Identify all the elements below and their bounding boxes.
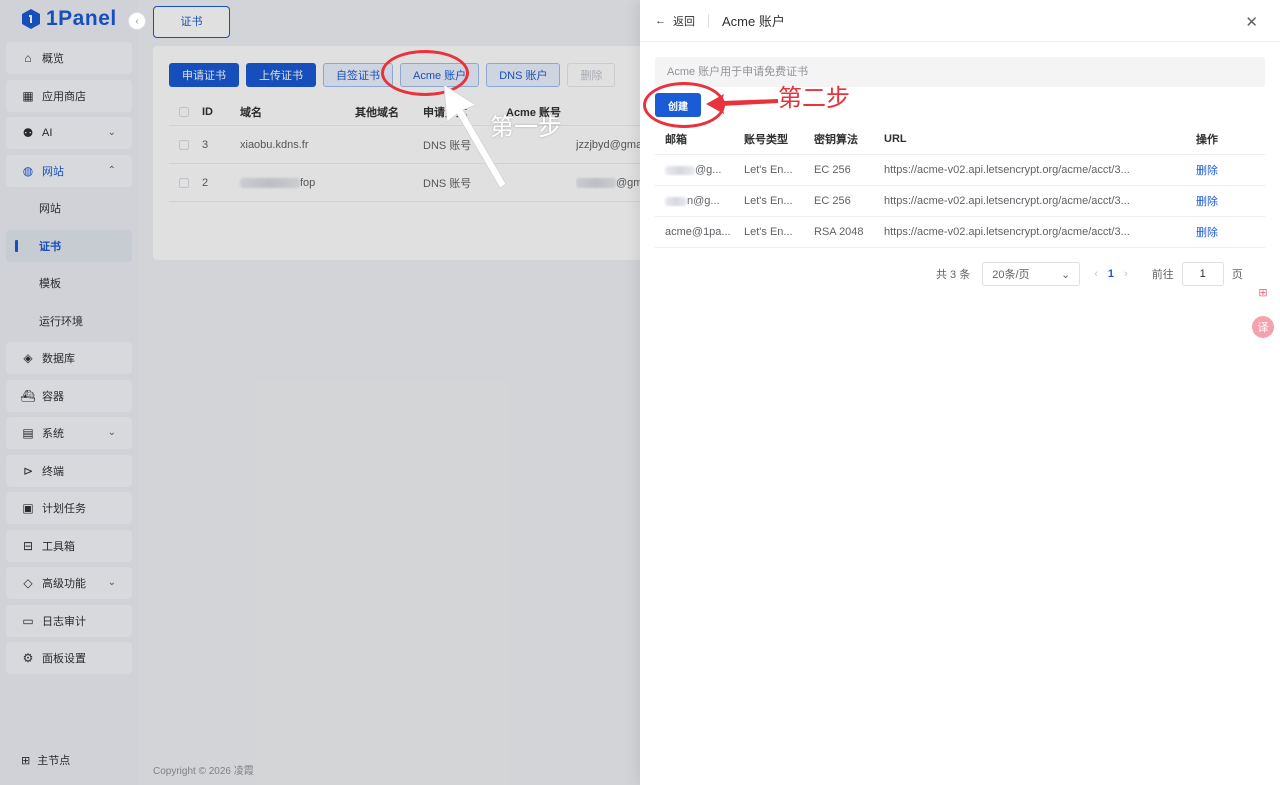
- page-number-current[interactable]: 1: [1108, 268, 1114, 280]
- cell-key-algorithm: EC 256: [814, 164, 851, 176]
- cell-email: n@g...: [655, 195, 744, 207]
- acme-account-table: 邮箱 账号类型 密钥算法 URL 操作 @g... Let's En... EC…: [655, 124, 1265, 248]
- cell-account-type: Let's En...: [744, 226, 793, 238]
- drawer-notice: Acme 账户用于申请免费证书: [655, 57, 1265, 87]
- cell-url: https://acme-v02.api.letsencrypt.org/acm…: [884, 226, 1130, 238]
- column-header[interactable]: URL: [884, 133, 1186, 145]
- delete-link[interactable]: 删除: [1186, 162, 1246, 178]
- cell-key-algorithm: RSA 2048: [814, 226, 864, 238]
- redacted-text: [665, 196, 687, 206]
- header-divider: [708, 13, 709, 28]
- pagination: 共 3 条 20条/页 ⌄ ‹ 1 › 前往 1 页: [936, 262, 1243, 286]
- column-header[interactable]: 账号类型: [744, 131, 814, 147]
- delete-link[interactable]: 删除: [1186, 193, 1246, 209]
- delete-link[interactable]: 删除: [1186, 224, 1246, 240]
- table-row[interactable]: acme@1pa... Let's En... RSA 2048 https:/…: [655, 217, 1265, 248]
- column-header: 操作: [1196, 134, 1218, 146]
- cell-account-type: Let's En...: [744, 195, 793, 207]
- goto-label: 前往: [1151, 269, 1174, 281]
- table-header: 邮箱 账号类型 密钥算法 URL 操作: [655, 124, 1265, 155]
- pagination-total: 共 3 条: [936, 269, 971, 281]
- cell-url: https://acme-v02.api.letsencrypt.org/acm…: [884, 164, 1130, 176]
- goto-page-input[interactable]: 1: [1181, 262, 1224, 286]
- translate-icon[interactable]: 译: [1252, 316, 1274, 338]
- collapse-sidebar-button[interactable]: ‹: [128, 12, 146, 30]
- table-row[interactable]: n@g... Let's En... EC 256 https://acme-v…: [655, 186, 1265, 217]
- drawer-title: Acme 账户: [722, 14, 785, 29]
- cell-email-suffix: @g...: [695, 164, 722, 176]
- delete-label: 删除: [1196, 196, 1218, 208]
- page-unit-label: 页: [1231, 269, 1243, 281]
- cell-url: https://acme-v02.api.letsencrypt.org/acm…: [884, 195, 1130, 207]
- cell-email: acme@1pa...: [665, 226, 731, 238]
- prev-page-icon[interactable]: ‹: [1094, 268, 1098, 280]
- back-label: 返回: [673, 15, 695, 28]
- annotation-step1-label: 第一步: [490, 114, 562, 141]
- redacted-text: [665, 165, 695, 175]
- column-header[interactable]: 邮箱: [655, 131, 744, 147]
- drawer-header: ← 返回 Acme 账户: [640, 0, 1280, 42]
- annotation-arrow-step2: [706, 94, 778, 114]
- arrow-left-icon: ←: [655, 14, 666, 27]
- app: 1Panel ‹ ⌂ 概览 ▦ 应用商店 ⚉ AI ⌄ ◍ 网站 ⌃ 网站 证书 模板 运行…: [0, 0, 1280, 785]
- cell-email-suffix: n@g...: [687, 195, 720, 207]
- close-icon[interactable]: ✕: [1245, 13, 1258, 31]
- table-row[interactable]: @g... Let's En... EC 256 https://acme-v0…: [655, 155, 1265, 186]
- cell-email: @g...: [655, 164, 744, 176]
- page-size-value: 20条/页: [992, 269, 1030, 281]
- next-page-icon[interactable]: ›: [1124, 268, 1128, 280]
- chevron-down-icon: ⌄: [1061, 268, 1071, 281]
- page-size-select[interactable]: 20条/页 ⌄: [982, 262, 1081, 286]
- qrcode-icon[interactable]: ⊞: [1252, 281, 1274, 303]
- delete-label: 删除: [1196, 227, 1218, 239]
- annotation-step2-label: 第二步: [778, 85, 850, 112]
- cell-key-algorithm: EC 256: [814, 195, 851, 207]
- back-button[interactable]: ← 返回: [655, 13, 695, 29]
- cell-account-type: Let's En...: [744, 164, 793, 176]
- delete-label: 删除: [1196, 165, 1218, 177]
- column-header[interactable]: 密钥算法: [814, 131, 884, 147]
